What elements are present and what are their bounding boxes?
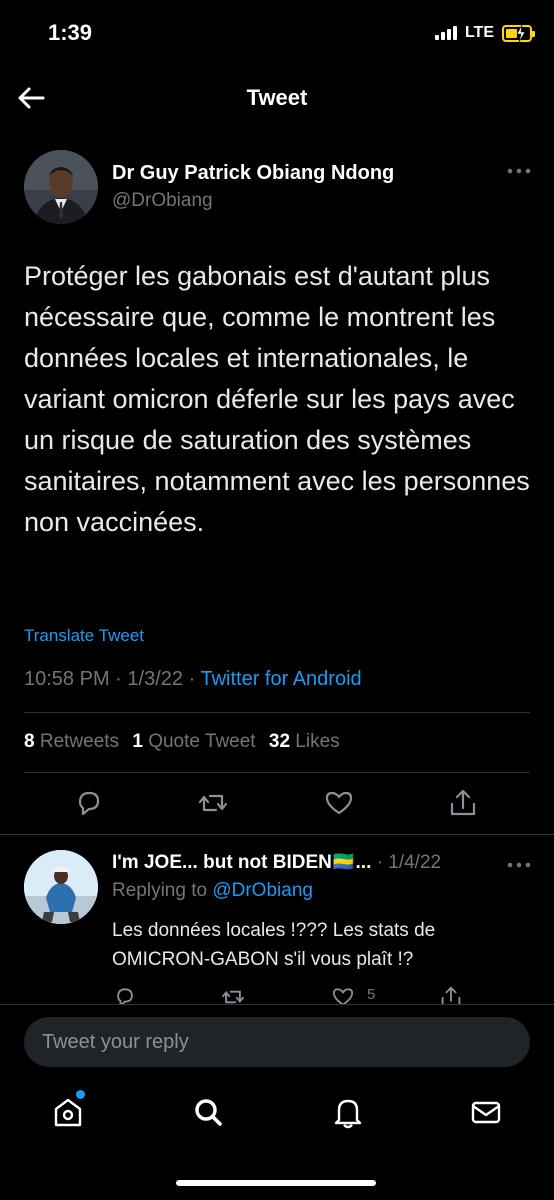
search-icon[interactable] [190,1094,226,1130]
tweet-stats: 8 Retweets 1 Quote Tweet 32 Likes [24,731,348,753]
retweets-stat[interactable]: 8 Retweets [24,731,119,752]
tweet-time: 10:58 PM [24,668,110,690]
reply-author-name[interactable]: I'm JOE... but not BIDEN🇬🇦... [112,852,371,873]
author-handle[interactable]: @DrObiang [112,190,213,212]
reply-tweet[interactable]: I'm JOE... but not BIDEN🇬🇦... · 1/4/22 R… [0,838,554,1004]
reply-date: · 1/4/22 [376,852,442,873]
messages-envelope-icon[interactable] [468,1094,504,1130]
author-avatar[interactable] [24,150,98,224]
retweet-icon[interactable] [196,786,230,820]
reply-share-icon[interactable] [438,984,464,1004]
nav-header: Tweet [0,72,554,124]
page-title: Tweet [246,85,308,110]
replying-to-mention[interactable]: @DrObiang [212,880,313,901]
new-items-dot [76,1090,85,1099]
more-options-icon[interactable] [506,164,532,178]
reply-reply-icon[interactable] [112,984,138,1004]
battery-icon [502,24,535,42]
reply-input[interactable] [24,1017,530,1067]
reply-like-count: 5 [367,986,376,1003]
meta-separator: · [188,668,196,690]
reply-more-options-icon[interactable] [506,858,532,872]
tweet-date: 1/3/22 [127,668,184,690]
reply-composer [0,1004,554,1080]
likes-stat[interactable]: 32 Likes [269,731,340,752]
reply-like-icon[interactable] [330,984,356,1004]
status-bar: 1:39 LTE [0,0,554,70]
status-time: 1:39 [48,20,93,45]
reply-author-avatar[interactable] [24,850,98,924]
replying-to: Replying to @DrObiang [112,880,313,901]
divider [24,772,530,773]
divider [0,834,554,835]
tweet-meta: 10:58 PM · 1/3/22 · Twitter for Android [24,668,362,691]
reply-retweet-icon[interactable] [220,984,246,1004]
home-icon[interactable] [50,1094,86,1130]
tweet-text: Protéger les gabonais est d'autant plus … [24,261,530,537]
notifications-bell-icon[interactable] [330,1094,366,1130]
like-icon[interactable] [322,786,356,820]
divider [24,712,530,713]
tweet-source-link[interactable]: Twitter for Android [200,668,361,690]
reply-icon[interactable] [72,786,106,820]
quote-tweets-stat[interactable]: 1 Quote Tweet [132,731,255,752]
network-label: LTE [464,24,494,41]
reply-header: I'm JOE... but not BIDEN🇬🇦... · 1/4/22 [112,850,441,874]
share-icon[interactable] [446,786,480,820]
signal-icon [434,26,457,40]
status-indicators: LTE [434,24,535,42]
meta-separator: · [115,668,122,690]
reply-text: Les données locales !??? Les stats de OM… [112,920,436,970]
translate-tweet-link[interactable]: Translate Tweet [24,626,144,646]
author-name[interactable]: Dr Guy Patrick Obiang Ndong [112,162,394,185]
tweet-actions [0,786,554,826]
home-indicator[interactable] [176,1180,376,1186]
reply-actions: 5 [0,984,554,1004]
